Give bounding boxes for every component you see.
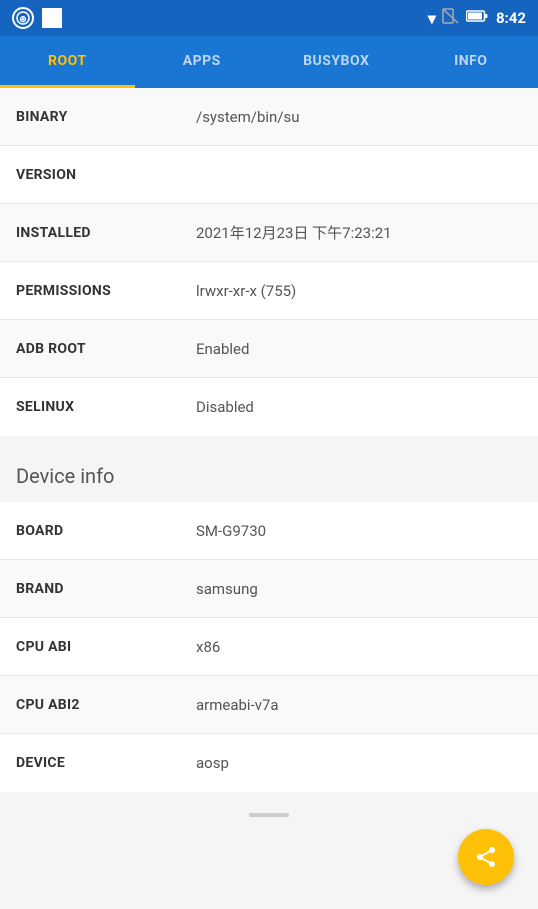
status-bar-left: ⊕	[12, 7, 62, 29]
version-label: VERSION	[16, 167, 196, 183]
selinux-label: SELINUX	[16, 399, 196, 415]
table-row: INSTALLED 2021年12月23日 下午7:23:21	[0, 204, 538, 262]
svg-text:⊕: ⊕	[19, 15, 27, 25]
scroll-indicator	[249, 813, 289, 817]
tab-info[interactable]: INFO	[404, 36, 538, 85]
bottom-peek	[0, 800, 538, 830]
content-area: BINARY /system/bin/su VERSION INSTALLED …	[0, 88, 538, 909]
binary-label: BINARY	[16, 109, 196, 125]
status-bar: ⊕ ▾ 8:42	[0, 0, 538, 36]
time-display: 8:42	[496, 9, 526, 27]
table-row: CPU ABI x86	[0, 618, 538, 676]
device-info-card: Device info BOARD SM-G9730 BRAND samsung…	[0, 444, 538, 792]
permissions-value: lrwxr-xr-x (755)	[196, 282, 522, 300]
board-value: SM-G9730	[196, 522, 522, 540]
tab-bar: ROOT APPS BUSYBOX INFO	[0, 36, 538, 88]
permissions-label: PERMISSIONS	[16, 283, 196, 299]
device-value: aosp	[196, 754, 522, 772]
table-row: ADB ROOT Enabled	[0, 320, 538, 378]
adb-root-label: ADB ROOT	[16, 341, 196, 357]
cpu-abi-label: CPU ABI	[16, 639, 196, 655]
root-info-card: BINARY /system/bin/su VERSION INSTALLED …	[0, 88, 538, 436]
board-label: BOARD	[16, 523, 196, 539]
table-row: DEVICE aosp	[0, 734, 538, 792]
table-row: SELINUX Disabled	[0, 378, 538, 436]
table-row: PERMISSIONS lrwxr-xr-x (755)	[0, 262, 538, 320]
table-row: BINARY /system/bin/su	[0, 88, 538, 146]
window-icon	[42, 8, 62, 28]
table-row: BOARD SM-G9730	[0, 502, 538, 560]
sim-icon	[442, 8, 460, 28]
cpu-abi2-value: armeabi-v7a	[196, 696, 522, 714]
cpu-abi2-label: CPU ABI2	[16, 697, 196, 713]
installed-value: 2021年12月23日 下午7:23:21	[196, 222, 522, 243]
app-logo-icon: ⊕	[12, 7, 34, 29]
tab-apps[interactable]: APPS	[135, 36, 270, 85]
brand-value: samsung	[196, 580, 522, 598]
cpu-abi-value: x86	[196, 638, 522, 656]
status-bar-right: ▾ 8:42	[428, 8, 526, 28]
adb-root-value: Enabled	[196, 340, 522, 358]
wifi-icon: ▾	[428, 9, 436, 28]
selinux-value: Disabled	[196, 398, 522, 416]
share-fab-button[interactable]	[458, 829, 514, 885]
device-info-section-header: Device info	[0, 444, 538, 502]
device-label: DEVICE	[16, 755, 196, 771]
tab-root[interactable]: ROOT	[0, 36, 135, 85]
table-row: VERSION	[0, 146, 538, 204]
table-row: CPU ABI2 armeabi-v7a	[0, 676, 538, 734]
tab-busybox[interactable]: BUSYBOX	[269, 36, 404, 85]
brand-label: BRAND	[16, 581, 196, 597]
battery-icon	[466, 9, 488, 27]
binary-value: /system/bin/su	[196, 108, 522, 126]
share-icon	[474, 845, 498, 869]
installed-label: INSTALLED	[16, 225, 196, 241]
table-row: BRAND samsung	[0, 560, 538, 618]
